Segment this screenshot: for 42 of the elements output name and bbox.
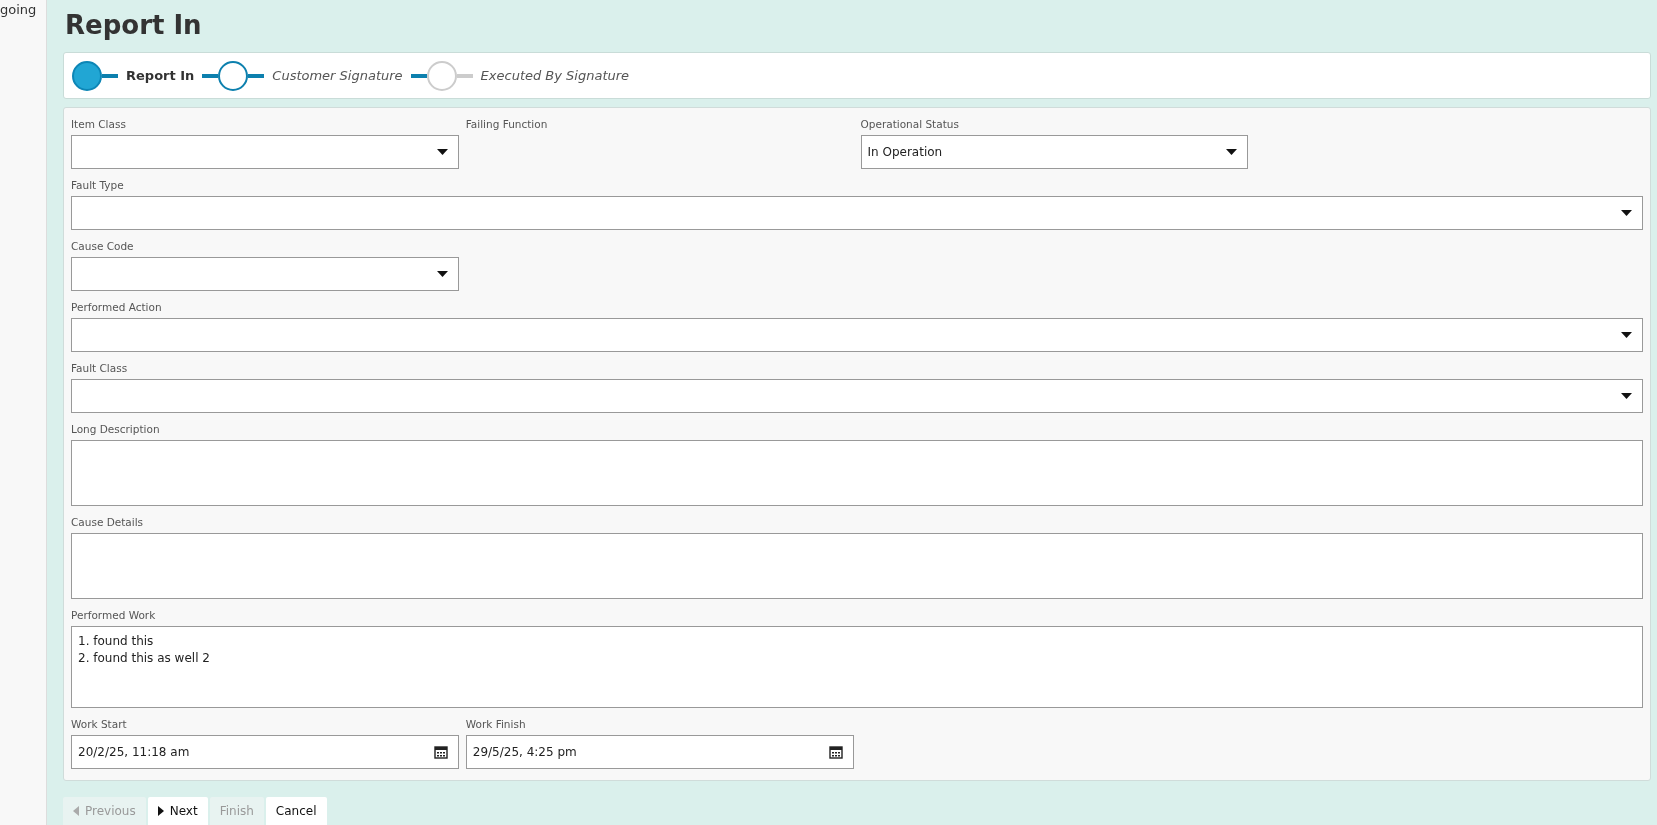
sidebar-text: going — [0, 1, 38, 17]
caret-down-icon — [1621, 210, 1632, 216]
wizard-button[interactable]: Cancel — [265, 797, 327, 825]
field-label: Performed Action — [71, 300, 163, 315]
caret-left-icon — [73, 806, 79, 816]
dropdown-field[interactable] — [71, 257, 459, 291]
dropdown-field[interactable] — [71, 379, 1643, 413]
date-field[interactable]: 20/2/25, 11:18 am — [71, 735, 459, 769]
field-label: Performed Work — [71, 608, 157, 623]
text-area[interactable]: 1. found this 2. found this as well 2 — [71, 626, 1643, 708]
caret-down-icon — [436, 149, 448, 155]
caret-down-icon — [436, 271, 448, 277]
field-label: Cause Details — [71, 515, 145, 530]
caret-down-icon — [1226, 149, 1238, 155]
page-title: Report In — [65, 10, 203, 40]
date-field[interactable]: 29/5/25, 4:25 pm — [465, 735, 854, 769]
dropdown-field[interactable] — [71, 196, 1643, 230]
text-area[interactable] — [71, 533, 1643, 599]
wizard-button[interactable]: Next — [147, 797, 208, 825]
caret-down-icon — [1621, 332, 1632, 338]
caret-right-icon — [157, 806, 164, 816]
field-label: Failing Function — [465, 117, 549, 132]
calendar-icon — [433, 745, 448, 759]
step-label[interactable]: Report In — [126, 68, 195, 83]
field-label: Fault Class — [71, 361, 129, 376]
field-label: Work Start — [71, 717, 128, 732]
dropdown-field[interactable] — [71, 318, 1643, 352]
field-label: Long Description — [71, 422, 161, 437]
field-label: Item Class — [71, 117, 127, 132]
field-label: Cause Code — [71, 239, 135, 254]
calendar-icon — [828, 745, 843, 759]
current-step-circle[interactable] — [72, 60, 102, 91]
caret-down-icon — [1621, 393, 1632, 399]
dropdown-field[interactable] — [71, 135, 459, 169]
dropdown-field[interactable]: In Operation — [860, 135, 1249, 169]
step-label[interactable]: Executed By Signature — [480, 68, 630, 83]
field-label: Work Finish — [465, 717, 527, 732]
step-circle[interactable] — [218, 60, 249, 91]
text-area[interactable] — [71, 440, 1643, 506]
field-label: Fault Type — [71, 178, 125, 193]
field-label: Operational Status — [860, 117, 960, 132]
step-label[interactable]: Customer Signature — [272, 68, 403, 83]
